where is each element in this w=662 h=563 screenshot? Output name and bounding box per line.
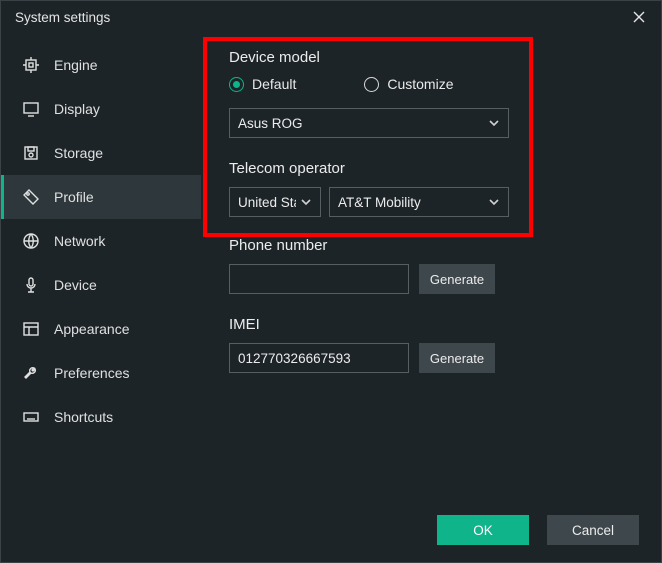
globe-icon	[22, 232, 40, 250]
device-model-dropdown[interactable]: Asus ROG	[229, 108, 509, 138]
generate-phone-button[interactable]: Generate	[419, 264, 495, 294]
imei-label: IMEI	[229, 316, 639, 333]
cancel-button[interactable]: Cancel	[547, 515, 639, 545]
dropdown-value: United States	[238, 195, 296, 210]
sidebar-item-engine[interactable]: Engine	[1, 43, 201, 87]
window-title: System settings	[15, 10, 110, 25]
sidebar-item-network[interactable]: Network	[1, 219, 201, 263]
telecom-label: Telecom operator	[229, 160, 639, 177]
keyboard-icon	[22, 408, 40, 426]
sidebar-item-shortcuts[interactable]: Shortcuts	[1, 395, 201, 439]
chevron-down-icon	[488, 117, 500, 129]
phone-number-label: Phone number	[229, 237, 639, 254]
layout-icon	[22, 320, 40, 338]
telecom-carrier-dropdown[interactable]: AT&T Mobility	[329, 187, 509, 217]
close-button[interactable]	[627, 5, 651, 29]
sidebar-item-appearance[interactable]: Appearance	[1, 307, 201, 351]
sidebar-item-label: Shortcuts	[54, 409, 113, 425]
chevron-down-icon	[488, 196, 500, 208]
cpu-icon	[22, 56, 40, 74]
main-panel: Device model Default Customize Asus ROG …	[201, 33, 661, 563]
monitor-icon	[22, 100, 40, 118]
microphone-icon	[22, 276, 40, 294]
sidebar-item-label: Profile	[54, 189, 94, 205]
sidebar-item-label: Preferences	[54, 365, 129, 381]
dropdown-value: AT&T Mobility	[338, 195, 421, 210]
sidebar-item-label: Display	[54, 101, 100, 117]
tag-icon	[22, 188, 40, 206]
phone-number-input[interactable]	[229, 264, 409, 294]
wrench-icon	[22, 364, 40, 382]
sidebar-item-label: Engine	[54, 57, 98, 73]
footer-buttons: OK Cancel	[437, 515, 639, 545]
telecom-country-dropdown[interactable]: United States	[229, 187, 321, 217]
radio-default-label: Default	[252, 76, 296, 92]
radio-customize-label: Customize	[387, 76, 453, 92]
sidebar-item-label: Storage	[54, 145, 103, 161]
generate-imei-button[interactable]: Generate	[419, 343, 495, 373]
ok-button[interactable]: OK	[437, 515, 529, 545]
sidebar-item-display[interactable]: Display	[1, 87, 201, 131]
sidebar-item-preferences[interactable]: Preferences	[1, 351, 201, 395]
sidebar-item-profile[interactable]: Profile	[1, 175, 201, 219]
dropdown-value: Asus ROG	[238, 116, 303, 131]
imei-input[interactable]: 012770326667593	[229, 343, 409, 373]
radio-customize[interactable]: Customize	[364, 76, 453, 92]
sidebar-item-label: Network	[54, 233, 105, 249]
sidebar-item-label: Appearance	[54, 321, 130, 337]
sidebar: Engine Display Storage Profile Network D…	[1, 33, 201, 563]
radio-icon	[364, 77, 379, 92]
close-icon	[633, 11, 645, 23]
sidebar-item-storage[interactable]: Storage	[1, 131, 201, 175]
save-icon	[22, 144, 40, 162]
title-bar: System settings	[1, 1, 661, 33]
sidebar-item-device[interactable]: Device	[1, 263, 201, 307]
device-model-label: Device model	[229, 49, 639, 66]
sidebar-item-label: Device	[54, 277, 97, 293]
radio-icon	[229, 77, 244, 92]
radio-default[interactable]: Default	[229, 76, 296, 92]
chevron-down-icon	[300, 196, 312, 208]
